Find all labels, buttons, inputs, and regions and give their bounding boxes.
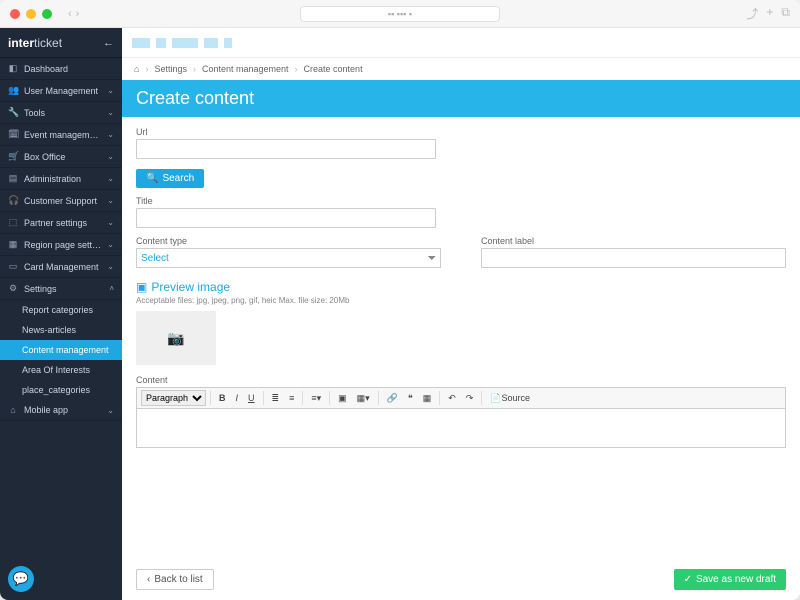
search-icon: 🔍 bbox=[146, 173, 158, 184]
title-input[interactable] bbox=[136, 208, 436, 228]
sidebar-item-card-management[interactable]: ▭Card Management⌄ bbox=[0, 256, 122, 278]
support-icon: 🎧 bbox=[8, 195, 18, 206]
nav-forward-icon[interactable]: › bbox=[76, 8, 80, 20]
sidebar-item-user-management[interactable]: 👥User Management⌄ bbox=[0, 80, 122, 102]
tabs-icon[interactable]: ⧉ bbox=[781, 5, 790, 22]
window-controls[interactable] bbox=[10, 9, 52, 19]
save-as-new-draft-button[interactable]: ✓ Save as new draft bbox=[674, 569, 786, 590]
brand-strong: inter bbox=[8, 36, 34, 50]
content-label-label: Content label bbox=[481, 236, 786, 246]
home-icon[interactable]: ⌂ bbox=[134, 64, 139, 74]
url-input[interactable] bbox=[136, 139, 436, 159]
chevron-left-icon: ‹ bbox=[147, 574, 150, 585]
users-icon: 👥 bbox=[8, 85, 18, 96]
sidebar-item-region-page-settings[interactable]: ▦Region page settings⌄ bbox=[0, 234, 122, 256]
link-button[interactable]: 🔗 bbox=[383, 391, 402, 406]
sidebar-item-dashboard[interactable]: ◧Dashboard bbox=[0, 58, 122, 80]
content-label: Content bbox=[136, 375, 786, 385]
share-icon[interactable]: ⤴ bbox=[746, 5, 758, 22]
embed-button[interactable]: ▦▾ bbox=[353, 391, 374, 406]
sidebar-item-tools[interactable]: 🔧Tools⌄ bbox=[0, 102, 122, 124]
sidebar-sub-area-of-interests[interactable]: Area Of Interests bbox=[0, 360, 122, 380]
breadcrumb: ⌂› Settings› Content management› Create … bbox=[122, 58, 800, 80]
tools-icon: 🔧 bbox=[8, 107, 18, 118]
region-icon: ▦ bbox=[8, 239, 18, 250]
crumb-content-management[interactable]: Content management bbox=[202, 64, 289, 74]
image-button[interactable]: ▣ bbox=[334, 391, 351, 406]
brand: interticket ← bbox=[0, 28, 122, 58]
collapse-sidebar-icon[interactable]: ← bbox=[103, 37, 114, 49]
sidebar-sub-place-categories[interactable]: place_categories bbox=[0, 380, 122, 400]
sidebar-item-event-management[interactable]: 🗓Event management⌄ bbox=[0, 124, 122, 146]
maximize-window-icon[interactable] bbox=[42, 9, 52, 19]
table-button[interactable]: ▦ bbox=[419, 391, 436, 406]
top-strip bbox=[122, 28, 800, 58]
back-to-list-button[interactable]: ‹ Back to list bbox=[136, 569, 214, 590]
source-button[interactable]: 📄Source bbox=[486, 391, 534, 406]
camera-icon: 📷 bbox=[167, 330, 184, 347]
image-upload-drop[interactable]: 📷 bbox=[136, 311, 216, 365]
gear-icon: ⚙ bbox=[8, 283, 18, 294]
redo-button[interactable]: ↷ bbox=[462, 391, 478, 406]
crumb-create-content: Create content bbox=[304, 64, 363, 74]
sidebar-item-mobile-app[interactable]: ⌂Mobile app⌄ bbox=[0, 400, 122, 421]
sidebar-item-customer-support[interactable]: 🎧Customer Support⌄ bbox=[0, 190, 122, 212]
bold-button[interactable]: B bbox=[215, 391, 230, 405]
sidebar-sub-content-management[interactable]: Content management bbox=[0, 340, 122, 360]
sidebar-sub-news-articles[interactable]: News-articles bbox=[0, 320, 122, 340]
dashboard-icon: ◧ bbox=[8, 63, 18, 74]
nav-back-icon[interactable]: ‹ bbox=[68, 8, 72, 20]
page-title: Create content bbox=[122, 80, 800, 117]
brand-light: ticket bbox=[34, 36, 62, 50]
url-label: Url bbox=[136, 127, 786, 137]
sidebar-item-administration[interactable]: ▤Administration⌄ bbox=[0, 168, 122, 190]
sidebar-item-partner-settings[interactable]: ⬚Partner settings⌄ bbox=[0, 212, 122, 234]
image-icon: ▣ bbox=[136, 280, 147, 294]
sidebar-sub-report-categories[interactable]: Report categories bbox=[0, 300, 122, 320]
numbered-list-button[interactable]: ≡ bbox=[285, 391, 298, 405]
preview-image-heading: ▣ Preview image bbox=[136, 280, 786, 294]
title-label: Title bbox=[136, 196, 786, 206]
content-type-select[interactable]: Select bbox=[136, 248, 441, 268]
partner-icon: ⬚ bbox=[8, 217, 18, 228]
close-window-icon[interactable] bbox=[10, 9, 20, 19]
align-button[interactable]: ≡▾ bbox=[307, 391, 325, 406]
preview-hint: Acceptable files: jpg, jpeg, png, gif, h… bbox=[136, 296, 786, 305]
sidebar: interticket ← ◧Dashboard 👥User Managemen… bbox=[0, 28, 122, 600]
sidebar-item-settings[interactable]: ⚙Settings˄ bbox=[0, 278, 122, 300]
cart-icon: 🛒 bbox=[8, 151, 18, 162]
content-editor[interactable] bbox=[136, 408, 786, 448]
crumb-settings[interactable]: Settings bbox=[154, 64, 187, 74]
undo-button[interactable]: ↶ bbox=[444, 391, 460, 406]
minimize-window-icon[interactable] bbox=[26, 9, 36, 19]
underline-button[interactable]: U bbox=[244, 391, 259, 405]
calendar-icon: 🗓 bbox=[8, 129, 18, 140]
search-button[interactable]: 🔍Search bbox=[136, 169, 204, 188]
paragraph-select[interactable]: Paragraph bbox=[141, 390, 206, 406]
card-icon: ▭ bbox=[8, 261, 18, 272]
editor-toolbar: Paragraph B I U ≣ ≡ ≡▾ ▣ ▦▾ bbox=[136, 387, 786, 408]
bullet-list-button[interactable]: ≣ bbox=[268, 391, 284, 406]
sidebar-item-box-office[interactable]: 🛒Box Office⌄ bbox=[0, 146, 122, 168]
new-tab-icon[interactable]: + bbox=[766, 5, 773, 22]
home-icon: ⌂ bbox=[8, 405, 18, 415]
quote-button[interactable]: ❝ bbox=[404, 391, 417, 406]
check-icon: ✓ bbox=[684, 574, 692, 585]
italic-button[interactable]: I bbox=[232, 391, 243, 405]
admin-icon: ▤ bbox=[8, 173, 18, 184]
chat-fab-icon[interactable]: 💬 bbox=[8, 566, 34, 592]
titlebar: ‹ › ▪▪ ▪▪▪ ▪ ⤴ + ⧉ bbox=[0, 0, 800, 28]
content-label-input[interactable] bbox=[481, 248, 786, 268]
address-bar[interactable]: ▪▪ ▪▪▪ ▪ bbox=[300, 6, 500, 22]
content-type-label: Content type bbox=[136, 236, 441, 246]
